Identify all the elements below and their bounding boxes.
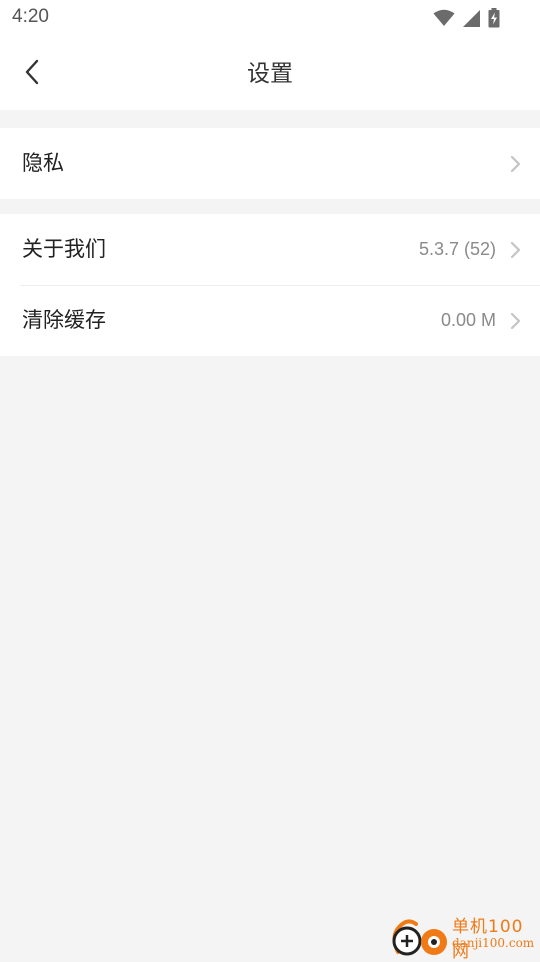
settings-row-about-us[interactable]: 关于我们 5.3.7 (52) bbox=[0, 214, 540, 285]
back-arrow-icon bbox=[24, 59, 40, 89]
wifi-icon bbox=[433, 9, 455, 27]
status-bar: 4:20 bbox=[0, 0, 540, 38]
back-button[interactable] bbox=[14, 56, 50, 92]
settings-row-clear-cache[interactable]: 清除缓存 0.00 M bbox=[0, 285, 540, 356]
watermark: 单机100网 danji100.com bbox=[388, 912, 540, 962]
chevron-right-icon bbox=[508, 241, 522, 259]
chevron-right-icon bbox=[508, 155, 522, 173]
settings-row-privacy[interactable]: 隐私 bbox=[0, 128, 540, 199]
cache-size-value: 0.00 M bbox=[440, 310, 496, 330]
page-title: 设置 bbox=[247, 61, 293, 87]
settings-row-label: 关于我们 bbox=[22, 237, 106, 261]
settings-row-label: 隐私 bbox=[22, 151, 64, 175]
battery-charging-icon bbox=[488, 8, 500, 28]
chevron-right-icon bbox=[508, 312, 522, 330]
settings-row-label: 清除缓存 bbox=[22, 308, 106, 332]
app-version-value: 5.3.7 (52) bbox=[418, 239, 496, 259]
settings-group-about: 关于我们 5.3.7 (52) 清除缓存 0.00 M bbox=[0, 214, 540, 356]
watermark-logo-icon bbox=[388, 912, 452, 958]
watermark-url: danji100.com bbox=[452, 936, 535, 950]
status-icons bbox=[433, 8, 500, 28]
settings-group-privacy: 隐私 bbox=[0, 128, 540, 199]
cell-signal-icon bbox=[462, 9, 481, 28]
status-time: 4:20 bbox=[12, 6, 49, 27]
app-bar: 设置 bbox=[0, 38, 540, 110]
